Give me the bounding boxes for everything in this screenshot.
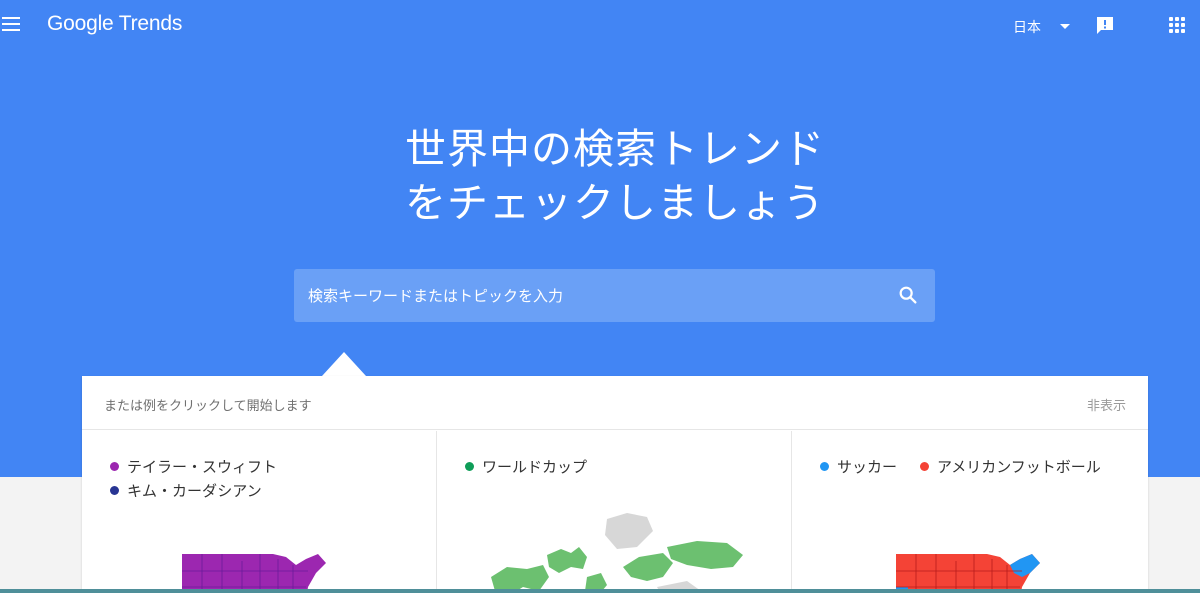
example-term: テイラー・スウィフト <box>110 456 277 477</box>
chevron-down-icon[interactable] <box>1060 24 1070 29</box>
examples-hint: または例をクリックして開始します <box>104 399 312 414</box>
examples-list: テイラー・スウィフト キム・カーダシアン ワールドカップ サッカー アメリカンフ… <box>82 431 1148 593</box>
hamburger-menu-icon[interactable] <box>2 17 20 31</box>
term-label: アメリカンフットボール <box>937 458 1101 476</box>
card-pointer <box>322 352 366 376</box>
example-taylor-vs-kim[interactable]: テイラー・スウィフト キム・カーダシアン <box>82 431 437 593</box>
example-world-cup[interactable]: ワールドカップ <box>437 431 792 593</box>
term-label: キム・カーダシアン <box>127 482 262 500</box>
term-label: ワールドカップ <box>482 458 588 476</box>
google-trends-page: Google Trends 日本 世界中の検索トレンド をチェックしましょう 検… <box>0 0 1200 593</box>
language-selector[interactable]: 日本 <box>1013 17 1041 37</box>
search-icon[interactable] <box>897 284 919 306</box>
search-box[interactable] <box>294 269 935 322</box>
example-soccer-vs-football[interactable]: サッカー アメリカンフットボール <box>792 431 1147 593</box>
hide-button[interactable]: 非表示 <box>1087 395 1126 414</box>
series-dot <box>820 462 829 471</box>
term-label: サッカー <box>837 458 898 476</box>
page-headline: 世界中の検索トレンド をチェックしましょう <box>0 122 1200 230</box>
top-bar: Google Trends 日本 <box>0 0 1200 52</box>
world-green-map-icon <box>491 513 743 593</box>
series-dot <box>110 486 119 495</box>
series-dot <box>110 462 119 471</box>
google-trends-logo[interactable]: Google Trends <box>47 12 182 36</box>
term-label: テイラー・スウィフト <box>127 458 278 476</box>
usa-purple-map-icon <box>182 554 326 593</box>
feedback-icon[interactable] <box>1095 15 1115 35</box>
example-term: キム・カーダシアン <box>110 480 262 501</box>
apps-grid-icon[interactable] <box>1169 17 1185 33</box>
example-term: アメリカンフットボール <box>920 456 1101 477</box>
series-dot <box>465 462 474 471</box>
headline-line-2: をチェックしましょう <box>405 179 825 227</box>
search-input[interactable] <box>308 269 878 322</box>
example-term: ワールドカップ <box>465 456 587 477</box>
example-term: サッカー <box>820 456 897 477</box>
examples-card-header: または例をクリックして開始します 非表示 <box>82 376 1148 430</box>
examples-card: または例をクリックして開始します 非表示 テイラー・スウィフト キム・カーダシア… <box>82 376 1148 593</box>
series-dot <box>920 462 929 471</box>
headline-line-1: 世界中の検索トレンド <box>405 125 825 173</box>
usa-red-map-icon <box>896 554 1040 593</box>
taskbar-strip <box>0 589 1200 593</box>
